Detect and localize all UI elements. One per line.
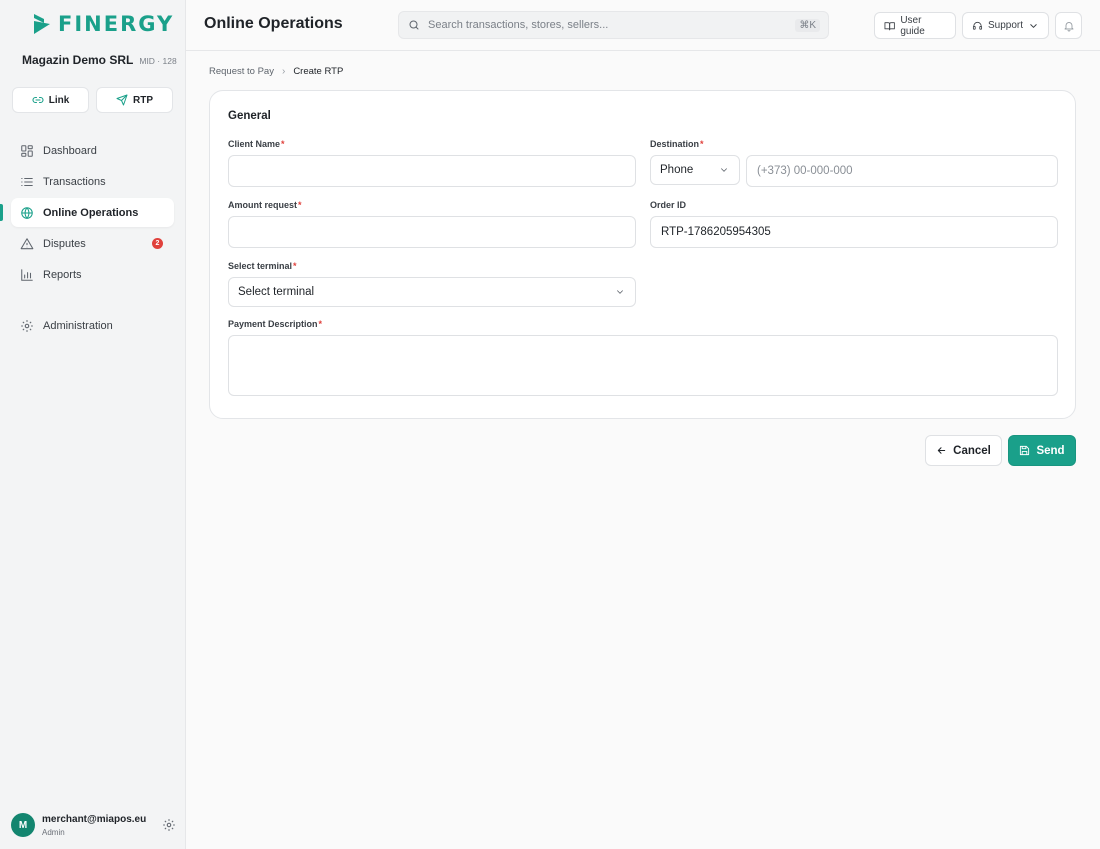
sidebar: FINERGY Magazin Demo SRL MID · 128 Link … xyxy=(0,0,186,849)
sidebar-item-label: Administration xyxy=(43,319,113,332)
sidebar-item-label: Disputes xyxy=(43,237,86,250)
cancel-button[interactable]: Cancel xyxy=(925,435,1002,466)
sidebar-item-reports[interactable]: Reports xyxy=(11,260,174,289)
terminal-label: Select terminal* xyxy=(228,261,297,271)
breadcrumb-parent[interactable]: Request to Pay xyxy=(209,66,274,77)
user-info: merchant@miapos.eu Admin xyxy=(42,814,162,837)
required-mark: * xyxy=(281,139,285,149)
user-email: merchant@miapos.eu xyxy=(42,813,147,825)
order-id-input[interactable] xyxy=(650,216,1058,248)
notifications-button[interactable] xyxy=(1055,12,1082,39)
destination-label-text: Destination xyxy=(650,139,700,149)
chevron-down-icon xyxy=(721,168,727,172)
description-label-text: Payment Description xyxy=(228,319,318,329)
link-icon xyxy=(32,96,44,104)
disputes-count-badge: 2 xyxy=(152,238,163,249)
sidebar-item-label: Transactions xyxy=(43,175,106,188)
destination-label: Destination* xyxy=(650,139,704,149)
arrow-left-icon xyxy=(937,447,946,454)
client-name-label: Client Name* xyxy=(228,139,285,149)
avatar[interactable]: M xyxy=(11,813,35,837)
save-icon xyxy=(1020,445,1030,456)
sidebar-item-online-operations[interactable]: Online Operations xyxy=(0,198,174,227)
user-guide-label: User guide xyxy=(900,14,925,37)
order-id-label-text: Order ID xyxy=(650,200,687,210)
merchant-name: Magazin Demo SRL xyxy=(22,53,134,67)
client-name-input[interactable] xyxy=(228,155,636,187)
description-textarea[interactable] xyxy=(228,335,1058,396)
rtp-button[interactable]: RTP xyxy=(96,87,173,113)
amount-label: Amount request* xyxy=(228,200,302,210)
merchant-info: Magazin Demo SRL MID · 128 xyxy=(22,53,177,67)
page-title: Online Operations xyxy=(204,15,343,32)
user-guide-button[interactable]: User guide xyxy=(874,12,956,39)
search-shortcut: ⌘K xyxy=(795,18,820,32)
sidebar-item-label: Reports xyxy=(43,268,82,281)
settings-gear-icon[interactable] xyxy=(162,818,176,832)
rtp-button-label: RTP xyxy=(133,94,153,106)
support-label: Support xyxy=(987,20,1024,31)
gear-icon xyxy=(21,319,33,332)
brand-logo[interactable]: FINERGY xyxy=(32,12,174,36)
description-label: Payment Description* xyxy=(228,319,322,329)
sidebar-item-transactions[interactable]: Transactions xyxy=(11,167,174,196)
search-bar[interactable]: ⌘K xyxy=(398,11,829,39)
sidebar-item-label: Online Operations xyxy=(43,206,139,219)
user-profile: M merchant@miapos.eu Admin xyxy=(11,813,176,837)
send-button-label: Send xyxy=(1036,444,1065,457)
support-dropdown[interactable]: Support xyxy=(962,12,1049,39)
sidebar-nav: Dashboard Transactions Online Operations… xyxy=(0,136,174,342)
required-mark: * xyxy=(298,200,302,210)
user-role: Admin xyxy=(42,827,65,837)
client-name-label-text: Client Name xyxy=(228,139,281,149)
terminal-select-value: Select terminal xyxy=(238,286,315,298)
required-mark: * xyxy=(700,139,704,149)
send-button[interactable]: Send xyxy=(1008,435,1076,466)
bar-chart-icon xyxy=(21,268,33,281)
quick-actions: Link RTP xyxy=(12,87,173,113)
section-title: General xyxy=(228,110,271,122)
link-button[interactable]: Link xyxy=(12,87,89,113)
breadcrumb-current: Create RTP xyxy=(293,66,344,77)
search-input[interactable] xyxy=(428,19,788,31)
amount-label-text: Amount request xyxy=(228,200,298,210)
breadcrumb: Request to Pay › Create RTP xyxy=(209,66,343,77)
brand-name: FINERGY xyxy=(58,12,175,36)
sidebar-item-disputes[interactable]: Disputes 2 xyxy=(11,229,174,258)
send-icon xyxy=(116,94,128,106)
cancel-button-label: Cancel xyxy=(953,444,991,457)
merchant-mid: MID · 128 xyxy=(139,56,177,66)
breadcrumb-separator: › xyxy=(281,66,286,77)
destination-type-select[interactable]: Phone xyxy=(650,155,740,185)
required-mark: * xyxy=(318,319,323,329)
sidebar-item-dashboard[interactable]: Dashboard xyxy=(11,136,174,165)
create-rtp-form: General Client Name* Destination* Phone … xyxy=(209,90,1076,419)
globe-icon xyxy=(21,206,33,219)
terminal-label-text: Select terminal xyxy=(228,261,293,271)
phone-input[interactable] xyxy=(746,155,1058,187)
headset-icon xyxy=(972,21,983,30)
book-icon xyxy=(884,21,895,30)
chevron-down-icon xyxy=(617,290,623,294)
link-button-label: Link xyxy=(48,94,70,106)
top-header: Online Operations ⌘K User guide Support xyxy=(186,0,1100,51)
chevron-down-icon xyxy=(1030,23,1037,28)
order-id-label: Order ID xyxy=(650,200,686,210)
finergy-logo-icon xyxy=(34,14,50,34)
destination-type-value: Phone xyxy=(660,164,694,176)
terminal-select[interactable]: Select terminal xyxy=(228,277,636,307)
required-mark: * xyxy=(293,261,297,271)
search-icon xyxy=(409,20,419,30)
sidebar-item-label: Dashboard xyxy=(43,144,97,157)
sidebar-item-administration[interactable]: Administration xyxy=(11,311,174,340)
nav-divider xyxy=(11,291,174,311)
dashboard-icon xyxy=(21,144,33,157)
amount-input[interactable] xyxy=(228,216,636,248)
list-icon xyxy=(21,177,33,186)
bell-icon xyxy=(1064,21,1073,31)
warning-icon xyxy=(20,237,34,249)
